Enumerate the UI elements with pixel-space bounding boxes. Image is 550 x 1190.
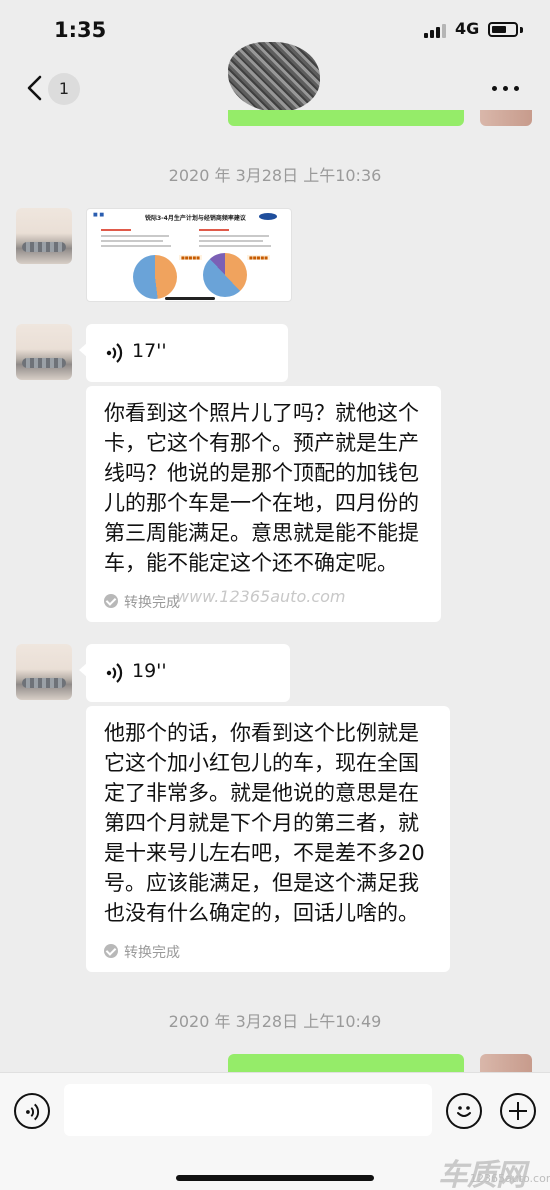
signal-icon <box>424 22 450 38</box>
watermark-text: www.12365auto.com <box>176 587 346 606</box>
emoji-button[interactable] <box>446 1093 482 1129</box>
pie-chart-left <box>133 255 177 299</box>
check-icon <box>104 594 118 608</box>
transcript-text: 你看到这个照片儿了吗？就他这个卡，它这个有那个。预产就是生产线吗？他说的是那个顶… <box>104 401 419 575</box>
voice-input-button[interactable] <box>14 1093 50 1129</box>
transcribe-status-label: 转换完成 <box>124 945 180 961</box>
image-message[interactable]: ■ ■ 锐际3-4月生产计划与经销商频率建议 ■■■■■ ■■■■■ <box>86 208 292 302</box>
image-header: ■ ■ 锐际3-4月生产计划与经销商频率建议 <box>87 209 291 225</box>
voice-duration: 17'' <box>132 340 167 362</box>
message-input[interactable] <box>64 1084 432 1136</box>
voice-message[interactable]: 19'' <box>79 644 290 702</box>
voice-message[interactable]: 17'' <box>79 324 288 382</box>
self-avatar[interactable] <box>480 1054 532 1072</box>
more-icon[interactable] <box>492 86 522 92</box>
network-type: 4G <box>455 19 480 38</box>
image-title: 锐际3-4月生产计划与经销商频率建议 <box>145 215 246 222</box>
home-indicator[interactable] <box>176 1175 374 1181</box>
voice-wave-icon <box>26 1103 39 1121</box>
sender-avatar[interactable] <box>16 208 72 264</box>
voice-wave-icon <box>106 663 123 683</box>
outgoing-bubble-partial[interactable] <box>228 1054 464 1072</box>
ford-logo <box>259 213 277 220</box>
unread-badge[interactable]: 1 <box>48 73 80 105</box>
check-icon <box>104 944 118 958</box>
image-slider <box>165 297 215 300</box>
sender-avatar[interactable] <box>16 644 72 700</box>
pie-chart-right <box>203 253 247 297</box>
time-divider: 2020 年 3月28日 上午10:49 <box>168 1012 382 1031</box>
battery-tip <box>520 27 523 33</box>
status-time: 1:35 <box>54 18 107 42</box>
transcribe-status-label: 转换完成 <box>124 595 180 611</box>
time-divider: 2020 年 3月28日 上午10:36 <box>168 166 382 185</box>
image-logo: ■ ■ <box>93 212 105 218</box>
outgoing-bubble-partial[interactable] <box>228 110 464 126</box>
transcript-text: 他那个的话，你看到这个比例就是它这个加小红包儿的车，现在全国定了非常多。就是他说… <box>104 721 425 925</box>
self-avatar[interactable] <box>480 110 532 126</box>
battery-icon <box>488 22 518 37</box>
emoji-icon <box>457 1106 471 1117</box>
plus-icon[interactable] <box>500 1093 536 1129</box>
voice-transcript[interactable]: 他那个的话，你看到这个比例就是它这个加小红包儿的车，现在全国定了非常多。就是他说… <box>86 706 450 972</box>
voice-duration: 19'' <box>132 660 167 682</box>
watermark-url: 12365auto.com <box>470 1172 550 1185</box>
sender-avatar[interactable] <box>16 324 72 380</box>
voice-wave-icon <box>106 343 123 363</box>
